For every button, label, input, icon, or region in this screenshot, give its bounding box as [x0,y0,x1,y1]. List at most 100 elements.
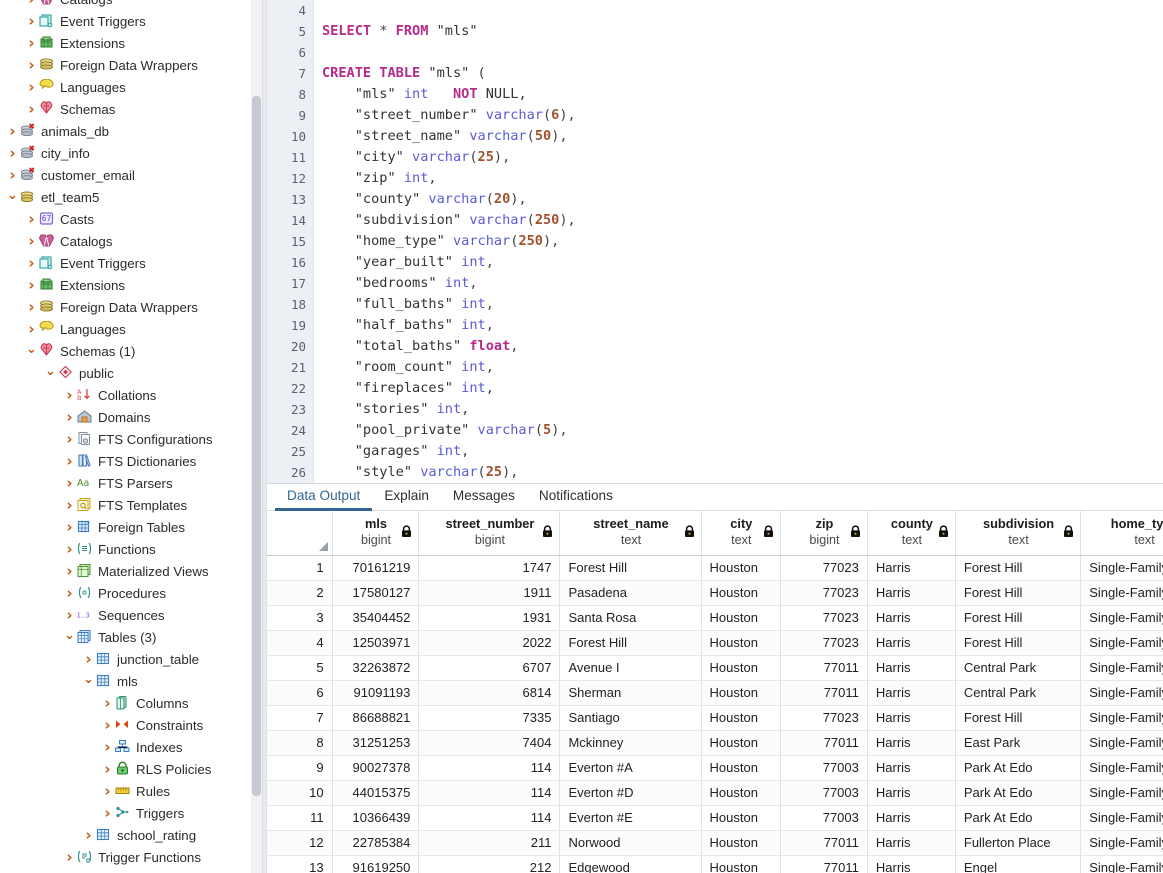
cell-street_name[interactable]: Norwood [559,830,702,856]
chevron-right-icon[interactable] [82,828,95,843]
cell-city[interactable]: Houston [701,605,782,631]
cell-home_type[interactable]: Single-Family [1080,830,1163,856]
tree-item-foreign-data-wrappers[interactable]: Foreign Data Wrappers [0,296,262,318]
code-line[interactable]: "pool_private" varchar(5), [322,420,1163,441]
code-line[interactable]: "style" varchar(25), [322,462,1163,483]
cell-zip[interactable]: 77011 [780,730,868,756]
chevron-right-icon[interactable] [63,542,76,557]
row-number[interactable]: 2 [267,580,333,606]
cell-zip[interactable]: 77003 [780,755,868,781]
chevron-down-icon[interactable] [25,345,38,358]
tree-item-event-triggers[interactable]: Event Triggers [0,10,262,32]
column-header-subdivision[interactable]: subdivision text [955,511,1082,556]
chevron-right-icon[interactable] [25,278,38,293]
tree-item-public[interactable]: public [0,362,262,384]
cell-mls[interactable]: 91619250 [332,855,420,873]
sidebar-scrollbar-thumb[interactable] [252,96,261,796]
cell-city[interactable]: Houston [701,855,782,873]
cell-mls[interactable]: 44015375 [332,780,420,806]
object-browser-tree[interactable]: Catalogs Event Triggers Extensions Foreign … [0,0,262,873]
column-header-street_number[interactable]: street_number bigint [418,511,561,556]
cell-county[interactable]: Harris [867,830,956,856]
column-header-home_type[interactable]: home_typetext [1080,511,1163,556]
column-header-street_name[interactable]: street_name text [559,511,702,556]
code-line[interactable]: "mls" int NOT NULL, [322,84,1163,105]
chevron-right-icon[interactable] [6,124,19,139]
code-line[interactable]: "stories" int, [322,399,1163,420]
cell-street_name[interactable]: Edgewood [559,855,702,873]
chevron-down-icon[interactable] [82,675,95,688]
cell-home_type[interactable]: Single-Family [1080,755,1163,781]
cell-mls[interactable]: 70161219 [332,555,420,581]
code-line[interactable]: "street_number" varchar(6), [322,105,1163,126]
chevron-down-icon[interactable] [6,191,19,204]
cell-subdivision[interactable]: Forest Hill [955,605,1082,631]
tree-item-tables-3[interactable]: Tables (3) [0,626,262,648]
chevron-right-icon[interactable] [6,168,19,183]
chevron-right-icon[interactable] [101,696,114,711]
row-number[interactable]: 9 [267,755,333,781]
cell-mls[interactable]: 32263872 [332,655,420,681]
cell-zip[interactable]: 77011 [780,680,868,706]
cell-street_name[interactable]: Sherman [559,680,702,706]
tree-item-columns[interactable]: Columns [0,692,262,714]
cell-home_type[interactable]: Single-Family [1080,705,1163,731]
chevron-right-icon[interactable] [25,234,38,249]
cell-street_name[interactable]: Avenue I [559,655,702,681]
cell-street_name[interactable]: Pasadena [559,580,702,606]
tab-data-output[interactable]: Data Output [275,487,373,511]
cell-city[interactable]: Houston [701,755,782,781]
cell-city[interactable]: Houston [701,780,782,806]
tree-item-event-triggers[interactable]: Event Triggers [0,252,262,274]
chevron-right-icon[interactable] [63,498,76,513]
row-number[interactable]: 6 [267,680,333,706]
cell-zip[interactable]: 77003 [780,805,868,831]
cell-subdivision[interactable]: Fullerton Place [955,830,1082,856]
code-line[interactable]: "garages" int, [322,441,1163,462]
tree-item-languages[interactable]: Languages [0,318,262,340]
tree-item-school-rating[interactable]: school_rating [0,824,262,846]
tree-item-functions[interactable]: Functions [0,538,262,560]
sql-code-area[interactable]: SELECT * FROM "mls" CREATE TABLE "mls" (… [314,0,1163,483]
row-number[interactable]: 11 [267,805,333,831]
cell-zip[interactable]: 77023 [780,555,868,581]
chevron-down-icon[interactable] [44,367,57,380]
code-line[interactable]: "half_baths" int, [322,315,1163,336]
chevron-right-icon[interactable] [101,718,114,733]
row-number[interactable]: 13 [267,855,333,873]
table-row[interactable]: 2 17580127 1911 Pasadena Houston 77023 Harris F… [267,580,1163,606]
cell-street_name[interactable]: Forest Hill [559,555,702,581]
tree-item-procedures[interactable]: Procedures [0,582,262,604]
cell-zip[interactable]: 77011 [780,855,868,873]
cell-mls[interactable]: 17580127 [332,580,420,606]
chevron-right-icon[interactable] [25,256,38,271]
chevron-right-icon[interactable] [25,0,38,7]
chevron-right-icon[interactable] [25,322,38,337]
cell-county[interactable]: Harris [867,655,956,681]
tab-explain[interactable]: Explain [372,487,441,510]
chevron-right-icon[interactable] [101,762,114,777]
chevron-right-icon[interactable] [25,36,38,51]
chevron-right-icon[interactable] [101,784,114,799]
tree-item-foreign-tables[interactable]: Foreign Tables [0,516,262,538]
cell-county[interactable]: Harris [867,730,956,756]
tab-notifications[interactable]: Notifications [527,487,625,510]
code-line[interactable]: "full_baths" int, [322,294,1163,315]
cell-street_number[interactable]: 211 [418,830,561,856]
chevron-right-icon[interactable] [25,14,38,29]
row-number[interactable]: 4 [267,630,333,656]
cell-county[interactable]: Harris [867,855,956,873]
tree-root[interactable]: Catalogs Event Triggers Extensions Foreign … [0,0,262,873]
cell-county[interactable]: Harris [867,755,956,781]
tree-item-sequences[interactable]: 1..3 Sequences [0,604,262,626]
column-header-city[interactable]: city text [701,511,782,556]
cell-county[interactable]: Harris [867,605,956,631]
row-number[interactable]: 5 [267,655,333,681]
cell-home_type[interactable]: Single-Family [1080,630,1163,656]
cell-home_type[interactable]: Single-Family [1080,855,1163,873]
cell-street_name[interactable]: Mckinney [559,730,702,756]
row-number[interactable]: 3 [267,605,333,631]
cell-mls[interactable]: 12503971 [332,630,420,656]
chevron-right-icon[interactable] [63,476,76,491]
cell-city[interactable]: Houston [701,705,782,731]
